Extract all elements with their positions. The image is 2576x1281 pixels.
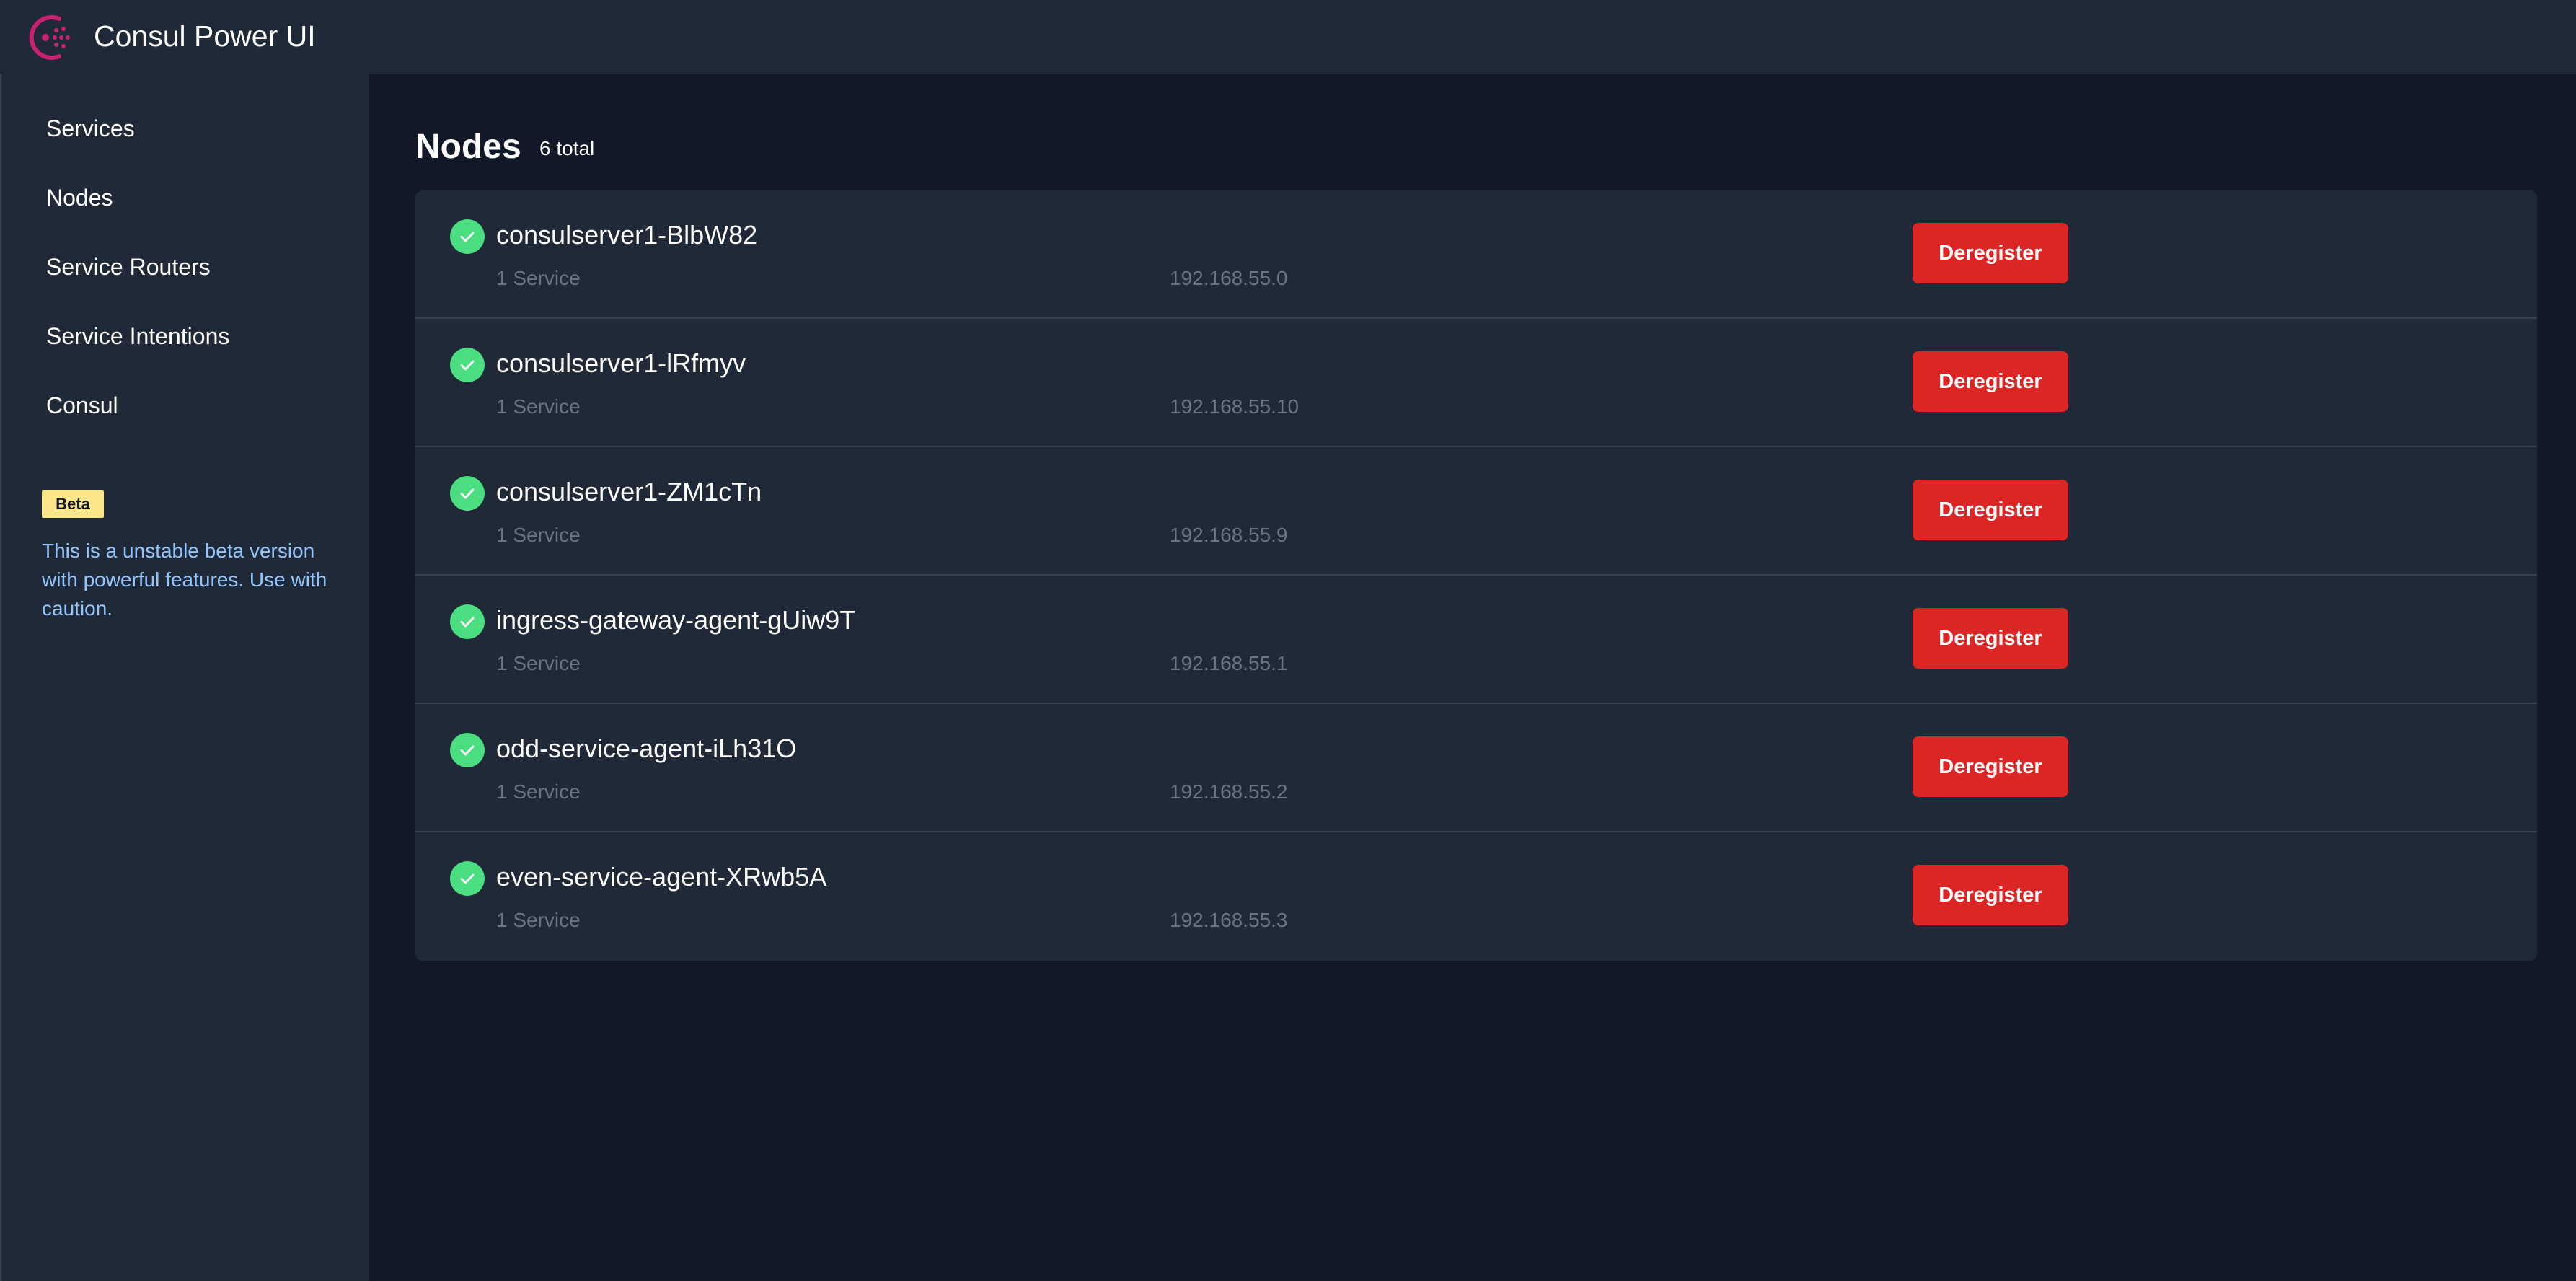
node-address: 192.168.55.3 xyxy=(1170,909,1288,931)
node-list: consulserver1-BlbW82 1 Service 192.168.5… xyxy=(415,190,2537,961)
check-circle-icon xyxy=(450,348,485,382)
app-title[interactable]: Consul Power UI xyxy=(94,17,316,55)
deregister-button[interactable]: Deregister xyxy=(1913,736,2068,797)
sidebar-item-nodes[interactable]: Nodes xyxy=(46,183,113,212)
check-circle-icon xyxy=(450,861,485,896)
check-circle-icon xyxy=(450,733,485,767)
node-name[interactable]: consulserver1-BlbW82 xyxy=(496,218,757,252)
node-service-count: 1 Service xyxy=(496,524,581,546)
page-title: Nodes xyxy=(415,128,521,166)
node-name[interactable]: even-service-agent-XRwb5A xyxy=(496,860,826,894)
deregister-button[interactable]: Deregister xyxy=(1913,351,2068,412)
node-row: consulserver1-ZM1cTn 1 Service 192.168.5… xyxy=(415,447,2537,576)
node-service-count: 1 Service xyxy=(496,267,581,289)
node-name[interactable]: ingress-gateway-agent-gUiw9T xyxy=(496,603,855,638)
node-row: ingress-gateway-agent-gUiw9T 1 Service 1… xyxy=(415,576,2537,704)
sidebar-item-service-routers[interactable]: Service Routers xyxy=(46,252,211,281)
node-service-count: 1 Service xyxy=(496,780,581,803)
deregister-button[interactable]: Deregister xyxy=(1913,608,2068,669)
node-address: 192.168.55.2 xyxy=(1170,780,1288,803)
node-row: even-service-agent-XRwb5A 1 Service 192.… xyxy=(415,832,2537,961)
node-name[interactable]: odd-service-agent-iLh31O xyxy=(496,731,796,766)
node-address: 192.168.55.0 xyxy=(1170,267,1288,289)
node-address: 192.168.55.9 xyxy=(1170,524,1288,546)
main-content: Nodes 6 total consulserver1-BlbW82 1 Ser… xyxy=(369,74,2576,1281)
sidebar: Services Nodes Service Routers Service I… xyxy=(0,74,369,1281)
beta-badge: Beta xyxy=(42,490,104,518)
deregister-button[interactable]: Deregister xyxy=(1913,223,2068,283)
node-service-count: 1 Service xyxy=(496,652,581,674)
node-service-count: 1 Service xyxy=(496,395,581,418)
sidebar-item-services[interactable]: Services xyxy=(46,114,135,143)
deregister-button[interactable]: Deregister xyxy=(1913,480,2068,540)
node-name[interactable]: consulserver1-lRfmyv xyxy=(496,346,746,381)
check-circle-icon xyxy=(450,476,485,511)
sidebar-item-consul[interactable]: Consul xyxy=(46,391,118,420)
beta-warning-text: This is a unstable beta version with pow… xyxy=(42,540,327,620)
check-circle-icon xyxy=(450,604,485,639)
node-address: 192.168.55.10 xyxy=(1170,395,1300,418)
deregister-button[interactable]: Deregister xyxy=(1913,865,2068,925)
node-service-count: 1 Service xyxy=(496,909,581,931)
total-count: 6 total xyxy=(539,137,595,159)
check-circle-icon xyxy=(450,219,485,254)
node-name[interactable]: consulserver1-ZM1cTn xyxy=(496,475,762,509)
top-bar: Consul Power UI xyxy=(0,0,2576,74)
sidebar-item-service-intentions[interactable]: Service Intentions xyxy=(46,322,229,351)
consul-logo-icon[interactable] xyxy=(22,10,76,65)
node-address: 192.168.55.1 xyxy=(1170,652,1288,674)
node-row: odd-service-agent-iLh31O 1 Service 192.1… xyxy=(415,704,2537,832)
node-row: consulserver1-BlbW82 1 Service 192.168.5… xyxy=(415,190,2537,319)
node-row: consulserver1-lRfmyv 1 Service 192.168.5… xyxy=(415,319,2537,447)
